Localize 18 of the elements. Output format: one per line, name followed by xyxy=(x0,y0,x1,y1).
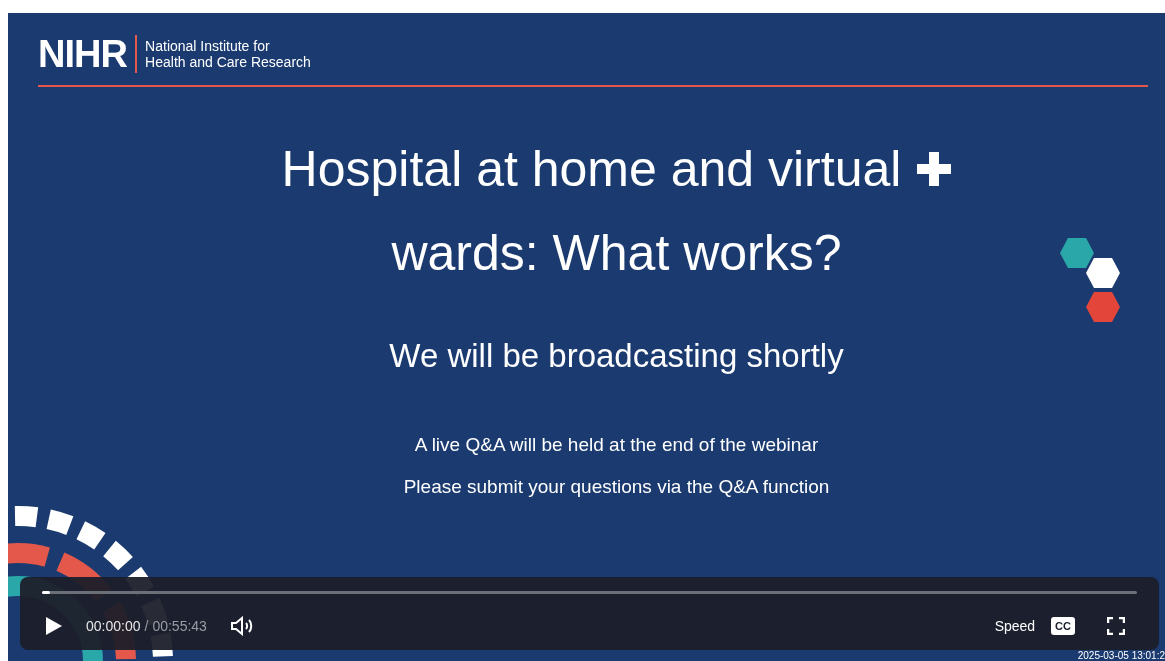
logo-acronym: NIHR xyxy=(38,35,128,73)
volume-button[interactable] xyxy=(228,614,255,638)
logo-name-line: National Institute for xyxy=(145,38,271,54)
slide-title: Hospital at home and virtual xyxy=(281,140,902,199)
timestamp: 2025-03-05 13:01:2 xyxy=(1077,650,1165,661)
slide-note: Please submit your questions via the Q&A function xyxy=(403,475,830,499)
slide-note: A live Q&A will be held at the end of the webinar xyxy=(414,432,819,457)
fullscreen-button[interactable] xyxy=(1105,615,1127,637)
slide-subtitle: We will be broadcasting shortly xyxy=(389,336,844,376)
current-time: 00:00:00 xyxy=(86,616,141,636)
captions-button[interactable]: CC xyxy=(1051,617,1075,635)
slide-title: wards: What works? xyxy=(391,224,842,283)
time-separator: / xyxy=(144,616,149,636)
plus-icon xyxy=(917,152,952,186)
progress-track[interactable] xyxy=(42,591,1137,594)
speed-button[interactable]: Speed xyxy=(994,615,1036,637)
duration-time: 00:55:43 xyxy=(152,616,207,636)
logo-name-line: Health and Care Research xyxy=(145,54,311,70)
